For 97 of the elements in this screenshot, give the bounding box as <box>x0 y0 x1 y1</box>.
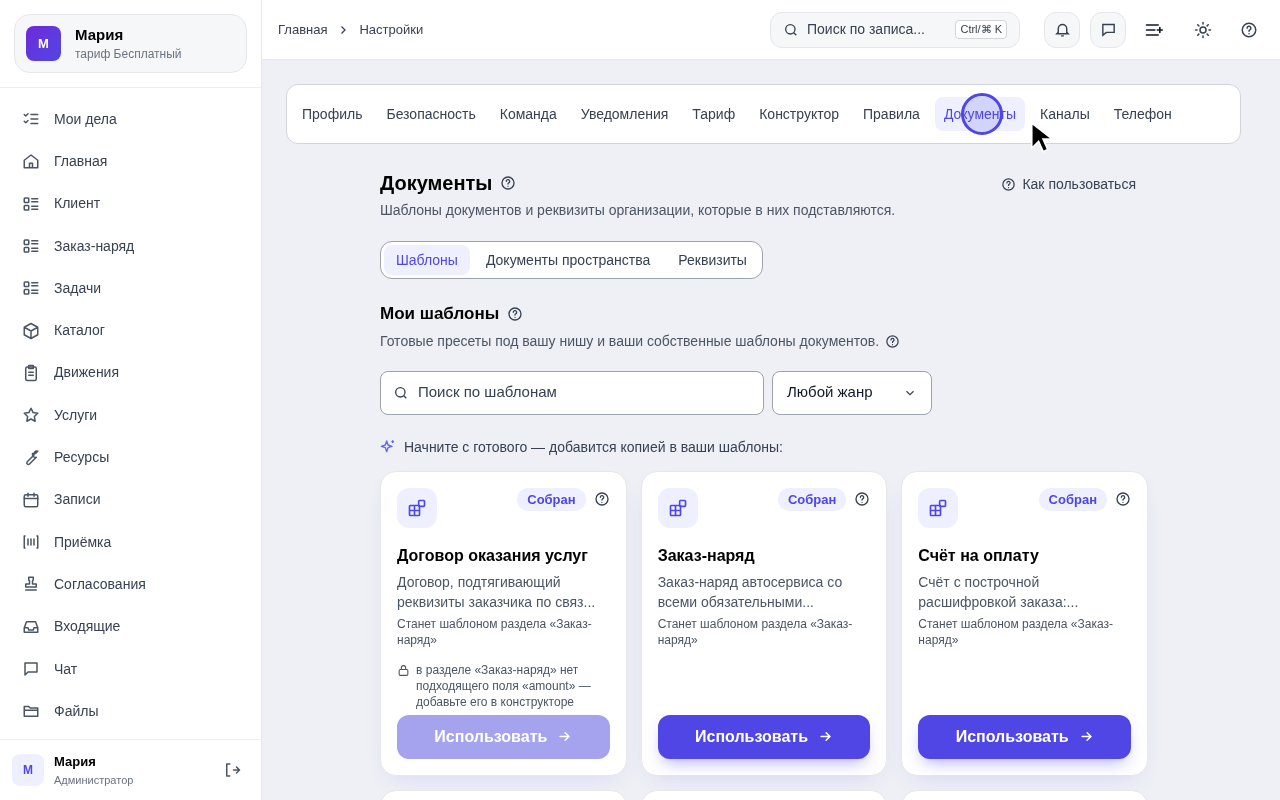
sidebar-item[interactable]: Услуги <box>12 394 249 437</box>
settings-tab[interactable]: Безопасность <box>377 97 485 131</box>
help-icon <box>1001 177 1017 192</box>
sidebar-item[interactable]: Приёмка <box>12 520 249 564</box>
section-subtitle: Готовые пресеты под вашу нишу и ваши собственные шаблоны документов. <box>380 331 880 351</box>
sidebar-item[interactable]: Главная <box>12 140 249 183</box>
help-icon[interactable] <box>885 333 901 349</box>
template-search-field[interactable]: Поиск по шаблонам <box>380 370 764 415</box>
chat-icon <box>1099 21 1117 38</box>
help-icon[interactable] <box>593 491 610 508</box>
card-title: Заказ-наряд <box>657 545 756 566</box>
home-icon <box>22 152 40 171</box>
arrow-right-icon <box>817 729 833 744</box>
settings-tab[interactable]: Команда <box>490 97 566 131</box>
help-icon[interactable] <box>507 305 524 322</box>
scan-icon <box>22 533 40 552</box>
blocks-icon <box>928 497 949 518</box>
sidebar-item[interactable]: Согласования <box>12 563 249 606</box>
star-icon <box>22 406 40 425</box>
status-badge: Собран <box>777 487 847 511</box>
help-icon[interactable] <box>854 491 871 508</box>
calendar-icon <box>22 490 40 509</box>
sidebar-item[interactable]: Заказ-наряд <box>12 224 249 268</box>
settings-tab[interactable]: Конструктор <box>750 97 848 131</box>
sidebar-item[interactable]: Чат <box>12 647 249 691</box>
account-avatar: М <box>26 26 61 61</box>
card-target: Станет шаблоном раздела «Заказ-наряд» <box>397 615 593 648</box>
sidebar-item[interactable]: Задачи <box>12 267 249 310</box>
settings-tab[interactable]: Уведомления <box>571 97 678 131</box>
stamp-icon <box>22 575 40 594</box>
warning-text: в разделе «Заказ-наряд» нет подходящего поля «amount» — добавьте его в конструкторе <box>416 661 592 710</box>
card-target: Станет шаблоном раздела «Заказ-наряд» <box>657 615 854 648</box>
notifications-button[interactable] <box>1044 11 1080 48</box>
theme-icon[interactable] <box>1194 20 1212 39</box>
section-tab[interactable]: Реквизиты <box>666 245 759 275</box>
list-icon <box>22 279 40 298</box>
sidebar-item[interactable]: Клиент <box>12 182 249 225</box>
card-description: Договор, подтягивающий реквизиты заказчика по связ... <box>397 572 597 612</box>
sidebar-item[interactable]: Записи <box>12 478 249 521</box>
chat-button[interactable] <box>1090 11 1126 48</box>
status-badge: Собран <box>1038 487 1107 511</box>
sidebar-item[interactable]: Входящие <box>12 605 249 648</box>
user-role: Администратор <box>54 772 135 788</box>
help-icon[interactable] <box>500 175 517 191</box>
search-icon <box>783 21 799 38</box>
breadcrumb-link[interactable]: Главная <box>278 19 328 40</box>
use-button[interactable]: Использовать <box>918 714 1131 759</box>
use-button[interactable]: Использовать <box>657 714 871 759</box>
sidebar-item[interactable]: Мои дела <box>12 98 249 141</box>
breadcrumb-link[interactable]: Настройки <box>359 19 424 40</box>
blocks-icon <box>407 497 427 518</box>
card-title: Счёт на оплату <box>918 545 1040 566</box>
account-card[interactable]: М Мария тариф Бесплатный <box>14 14 247 73</box>
sparkle-icon <box>380 439 396 455</box>
section-tab[interactable]: Документы пространства <box>473 245 663 275</box>
settings-tab[interactable]: Правила <box>854 97 929 131</box>
card-target: Станет шаблоном раздела «Заказ-наряд» <box>918 615 1114 648</box>
page-subtitle: Шаблоны документов и реквизиты организации, которые в них подставляются. <box>380 201 897 220</box>
shortcut-hint: Ctrl/⌘ K <box>955 20 1007 39</box>
search-placeholder: Поиск по записа... <box>807 20 926 39</box>
user-avatar: М <box>12 754 44 786</box>
lock-icon <box>397 663 410 677</box>
blocks-icon <box>667 497 688 518</box>
card-description: Счёт с построчной расшифровкой заказа:... <box>918 572 1080 612</box>
logout-icon[interactable] <box>223 761 241 779</box>
card-description: Заказ-наряд автосервиса со всеми обязательными... <box>657 572 844 612</box>
card-title: Договор оказания услуг <box>397 545 589 566</box>
help-icon[interactable] <box>1240 20 1258 39</box>
arrow-right-icon <box>1078 729 1094 744</box>
bell-icon <box>1053 21 1071 38</box>
section-title: Мои шаблоны <box>380 303 500 325</box>
search-field[interactable]: Поиск по записа... Ctrl/⌘ K <box>770 11 1020 48</box>
search-icon <box>393 384 409 401</box>
clipboard-icon <box>22 363 40 382</box>
sidebar-item[interactable]: Ресурсы <box>12 436 249 479</box>
sidebar-item[interactable]: Каталог <box>12 309 249 352</box>
settings-tab[interactable]: Телефон <box>1104 97 1181 131</box>
status-badge: Собран <box>517 487 586 511</box>
list-icon <box>22 194 40 213</box>
account-name: Мария <box>75 24 125 45</box>
settings-tab[interactable]: Тариф <box>683 97 745 131</box>
chat-icon <box>22 660 40 678</box>
help-icon[interactable] <box>1115 491 1131 508</box>
settings-tab[interactable]: Каналы <box>1031 97 1099 131</box>
box-icon <box>22 321 40 340</box>
account-plan: тариф Бесплатный <box>75 45 182 63</box>
user-name: Мария <box>54 753 97 771</box>
how-to-link[interactable]: Как пользоваться <box>1001 174 1136 195</box>
hint-text: Начните с готового — добавится копией в ваши шаблоны: <box>404 437 783 457</box>
genre-dropdown[interactable]: Любой жанр <box>772 370 932 415</box>
sidebar-item[interactable]: Файлы <box>12 690 249 733</box>
list-icon <box>22 237 40 256</box>
settings-tab[interactable]: Профиль <box>293 97 372 131</box>
page-title: Документы <box>380 171 493 196</box>
section-tab[interactable]: Шаблоны <box>384 245 470 275</box>
arrow-right-icon <box>557 729 573 744</box>
sidebar-item[interactable]: Движения <box>12 351 249 395</box>
